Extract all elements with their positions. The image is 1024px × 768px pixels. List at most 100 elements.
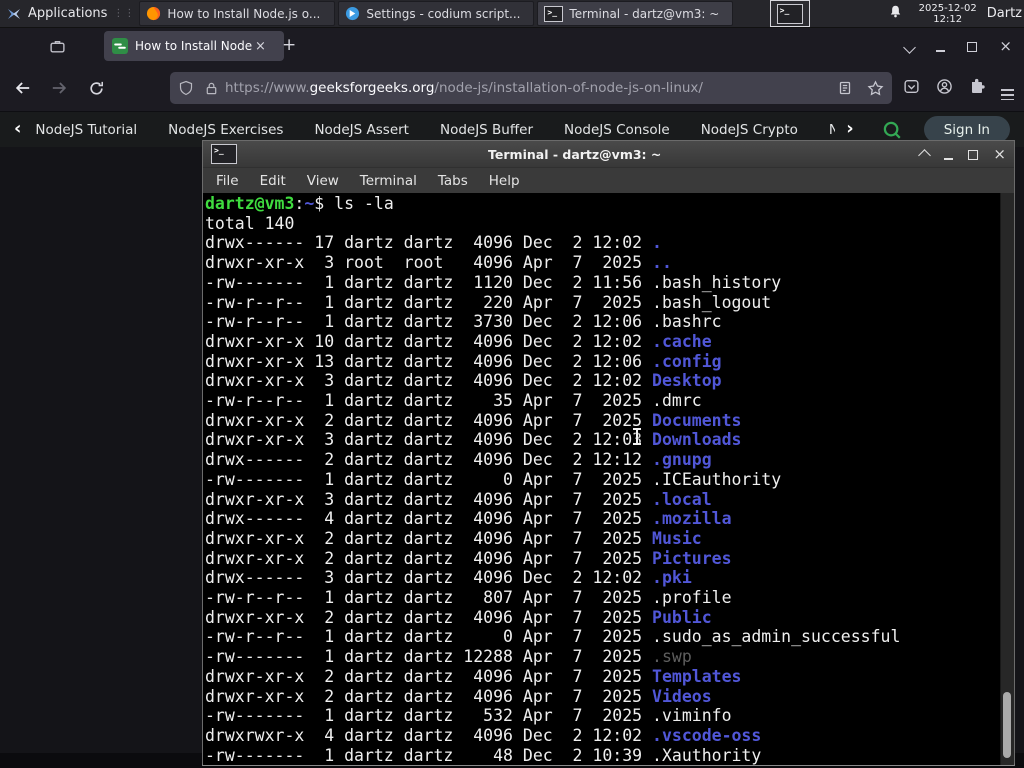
firefox-tabbar: How to Install Node.js on × + ×	[0, 27, 1024, 65]
url-text: https://www.geeksforgeeks.org/node-js/in…	[225, 80, 703, 96]
site-nav-link[interactable]: NodeJS DNS	[829, 122, 836, 138]
scrollbar-thumb[interactable]	[1003, 692, 1011, 758]
chevron-down-icon	[903, 40, 917, 54]
terminal-window: >_ Terminal - dartz@vm3: ~ × File Edit Vie…	[202, 140, 1015, 766]
clock-date: 2025-12-02	[918, 2, 977, 14]
nav-scroll-right[interactable]: ›	[846, 118, 853, 139]
sign-in-button[interactable]: Sign In	[923, 116, 1010, 143]
tab-close-button[interactable]: ×	[255, 39, 266, 54]
terminal-icon: >_	[544, 5, 564, 22]
ls-row: drwx------ 2 dartz dartz 4096 Dec 2 12:1…	[205, 450, 712, 470]
total-line: total 140	[205, 213, 295, 233]
text-cursor-pointer	[633, 428, 641, 445]
maximize-icon	[967, 41, 978, 52]
terminal-icon: >_	[776, 3, 803, 24]
terminal-screen[interactable]: dartz@vm3:~$ ls -la total 140 drwx------…	[203, 193, 1014, 765]
ls-row: drwx------ 3 dartz dartz 4096 Dec 2 12:0…	[205, 568, 692, 588]
ls-row: drwxr-xr-x 2 dartz dartz 4096 Apr 7 2025…	[205, 548, 732, 568]
menu-item-terminal[interactable]: Terminal	[360, 173, 417, 189]
site-nav-link[interactable]: NodeJS Console	[564, 122, 670, 138]
forward-arrow-icon	[52, 82, 67, 94]
maximize-icon	[968, 149, 979, 160]
shade-button[interactable]	[918, 145, 932, 164]
ls-row: -rw------- 1 dartz dartz 0 Apr 7 2025 .I…	[205, 469, 782, 489]
taskbar-codium-button[interactable]: Settings - codium script...	[338, 1, 535, 26]
minimize-icon	[936, 49, 946, 52]
nav-scroll-left[interactable]: ‹	[14, 118, 21, 139]
prompt-line: dartz@vm3:~$ ls -la	[205, 194, 394, 213]
ls-row: drwx------ 17 dartz dartz 4096 Dec 2 12:…	[205, 233, 662, 253]
terminal-launcher[interactable]: >_	[769, 0, 810, 27]
terminal-minimize-button[interactable]	[944, 145, 954, 164]
ls-row: drwxrwxr-x 4 dartz dartz 4096 Dec 2 12:0…	[205, 725, 762, 745]
top-panel: Applications ⋮⋮ How to Install Node.js o…	[0, 0, 1024, 28]
site-nav-link[interactable]: NodeJS Buffer	[440, 122, 533, 138]
reload-button[interactable]	[85, 77, 107, 99]
menu-item-file[interactable]: File	[216, 173, 239, 189]
close-button[interactable]: ×	[999, 38, 1012, 54]
reader-mode-icon[interactable]	[837, 80, 853, 96]
bell-icon	[890, 5, 900, 18]
terminal-maximize-button[interactable]	[968, 145, 979, 164]
list-tabs-button[interactable]	[903, 37, 917, 56]
menu-item-tabs[interactable]: Tabs	[438, 173, 468, 189]
tab-title: How to Install Node.js on	[135, 39, 253, 53]
bookmark-star-icon[interactable]	[867, 79, 884, 97]
ls-row: -rw------- 1 dartz dartz 1120 Dec 2 11:5…	[205, 272, 782, 292]
menu-item-edit[interactable]: Edit	[260, 173, 286, 189]
shield-icon	[179, 80, 193, 96]
minimize-button[interactable]	[936, 37, 946, 56]
taskbar-terminal-button[interactable]: >_ Terminal - dartz@vm3: ~	[537, 1, 734, 26]
ls-row: -rw------- 1 dartz dartz 12288 Apr 7 202…	[205, 647, 692, 667]
account-icon	[937, 78, 952, 94]
account-button[interactable]	[936, 78, 953, 99]
desktop: How to Install Node.js on × + ×	[0, 0, 1024, 768]
menu-item-view[interactable]: View	[307, 173, 339, 189]
ls-row: -rw-r--r-- 1 dartz dartz 0 Apr 7 2025 .s…	[205, 627, 901, 647]
taskbar-firefox-button[interactable]: How to Install Node.js o...	[139, 1, 336, 26]
ls-row: drwxr-xr-x 2 dartz dartz 4096 Apr 7 2025…	[205, 528, 702, 548]
reload-icon	[89, 81, 103, 95]
terminal-output: drwx------ 17 dartz dartz 4096 Dec 2 12:…	[205, 233, 1014, 765]
terminal-scrollbar[interactable]	[1000, 193, 1014, 765]
url-bar[interactable]: https://www.geeksforgeeks.org/node-js/in…	[170, 72, 892, 104]
ls-row: -rw-r--r-- 1 dartz dartz 3730 Dec 2 12:0…	[205, 312, 722, 332]
site-nav-link[interactable]: NodeJS Assert	[314, 122, 409, 138]
new-tab-button[interactable]: +	[282, 35, 296, 55]
ls-row: drwx------ 4 dartz dartz 4096 Apr 7 2025…	[205, 509, 732, 529]
ls-row: drwxr-xr-x 3 dartz dartz 4096 Apr 7 2025…	[205, 489, 712, 509]
terminal-close-button[interactable]: ×	[993, 146, 1006, 162]
menu-item-help[interactable]: Help	[489, 173, 520, 189]
firefox-icon	[147, 6, 161, 21]
search-icon[interactable]	[882, 120, 902, 140]
panel-clock[interactable]: 2025-12-02 12:12	[919, 3, 977, 25]
maximize-button[interactable]	[967, 37, 978, 56]
terminal-icon: >_	[211, 144, 237, 164]
pocket-button[interactable]	[903, 78, 920, 99]
firefox-navbar: https://www.geeksforgeeks.org/node-js/in…	[0, 65, 1024, 112]
vscodium-icon	[346, 6, 360, 21]
forward-button[interactable]	[48, 77, 70, 99]
ls-row: -rw------- 1 dartz dartz 532 Apr 7 2025 …	[205, 706, 732, 726]
browser-tab[interactable]: How to Install Node.js on ×	[104, 31, 284, 61]
firefox-view-button[interactable]	[44, 35, 70, 57]
site-nav-link[interactable]: NodeJS Exercises	[168, 122, 283, 138]
ls-row: -rw-r--r-- 1 dartz dartz 35 Apr 7 2025 .…	[205, 391, 702, 411]
back-button[interactable]	[12, 77, 34, 99]
chevron-up-icon	[918, 148, 932, 162]
extensions-button[interactable]	[969, 78, 985, 98]
notifications-button[interactable]	[888, 4, 903, 23]
ls-row: drwxr-xr-x 2 dartz dartz 4096 Apr 7 2025…	[205, 666, 742, 686]
geeksforgeeks-favicon	[112, 38, 128, 54]
applications-menu-button[interactable]: Applications	[0, 0, 113, 27]
site-nav-link[interactable]: NodeJS Crypto	[701, 122, 798, 138]
panel-handle: ⋮⋮	[113, 8, 136, 19]
ls-row: -rw-r--r-- 1 dartz dartz 807 Apr 7 2025 …	[205, 588, 732, 608]
panel-user-label[interactable]: Dartz	[987, 6, 1022, 21]
site-nav-link[interactable]: NodeJS Tutorial	[35, 122, 137, 138]
ls-row: drwxr-xr-x 2 dartz dartz 4096 Apr 7 2025…	[205, 607, 712, 627]
menu-button[interactable]	[1001, 76, 1014, 101]
distro-logo-icon	[8, 8, 20, 19]
terminal-titlebar[interactable]: >_ Terminal - dartz@vm3: ~ ×	[203, 141, 1014, 167]
minimize-icon	[944, 157, 954, 160]
